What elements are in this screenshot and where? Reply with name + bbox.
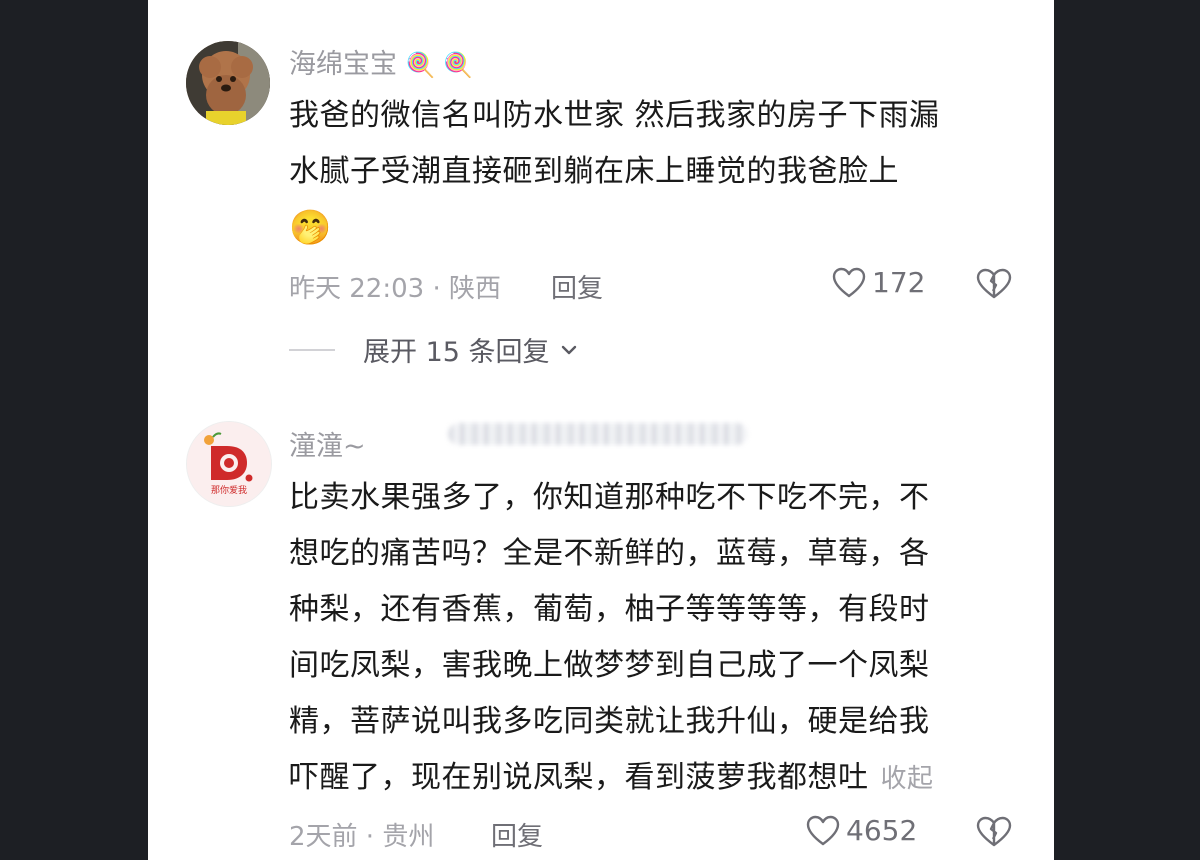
comment-line: 想吃的痛苦吗？全是不新鲜的，蓝莓，草莓，各 — [289, 536, 930, 571]
expand-replies-button[interactable]: 展开 15 条回复 — [289, 330, 578, 369]
comment-line: 水腻子受潮直接砸到躺在床上睡觉的我爸脸上 — [289, 154, 899, 189]
username-text: 海绵宝宝 — [289, 49, 397, 80]
username-text: 潼潼~ — [289, 431, 366, 462]
username[interactable]: 海绵宝宝 🍭 🍭 — [289, 42, 473, 81]
heart-icon — [806, 815, 840, 845]
like-count: 172 — [872, 266, 926, 299]
dislike-button[interactable] — [976, 816, 1012, 852]
broken-heart-icon — [976, 268, 1012, 299]
heart-icon — [832, 267, 866, 297]
comment-text: 我爸的微信名叫防水世家 然后我家的房子下雨漏 水腻子受潮直接砸到躺在床上睡觉的我… — [289, 88, 940, 256]
username[interactable]: 潼潼~ — [289, 424, 366, 463]
like-button[interactable]: 172 — [832, 266, 925, 299]
covering-mouth-emoji-icon: 🤭 — [289, 208, 332, 248]
poodle-dog-avatar-icon — [186, 41, 270, 125]
comment-line: 比卖水果强多了，你知道那种吃不下吃不完，不 — [289, 480, 930, 515]
reply-button[interactable]: 回复 — [551, 268, 603, 305]
comment-line: 种梨，还有香蕉，葡萄，柚子等等等等，有段时 — [289, 592, 930, 627]
like-button[interactable]: 4652 — [806, 814, 917, 847]
time-location: 2天前 · 贵州 — [289, 822, 435, 852]
comment-text: 比卖水果强多了，你知道那种吃不下吃不完，不 想吃的痛苦吗？全是不新鲜的，蓝莓，草… — [289, 470, 934, 807]
chevron-down-icon — [561, 345, 576, 354]
comment-line-last: 吓醒了，现在别说凤梨，看到菠萝我都想吐 收起 — [289, 750, 934, 807]
lollipop-icon: 🍭 🍭 — [405, 51, 473, 79]
comment-line: 间吃凤梨，害我晚上做梦梦到自己成了一个凤梨 — [289, 648, 930, 683]
expand-replies-label: 展开 15 条回复 — [363, 337, 550, 368]
avatar[interactable]: 那你爱我 — [186, 421, 272, 507]
divider-dash — [289, 348, 335, 351]
redacted-badge — [448, 423, 748, 447]
avatar[interactable] — [186, 41, 270, 125]
like-count: 4652 — [846, 814, 918, 847]
time-location: 昨天 22:03 · 陕西 — [289, 274, 501, 304]
comment-line: 精，菩萨说叫我多吃同类就让我升仙，硬是给我 — [289, 704, 930, 739]
broken-heart-icon — [976, 816, 1012, 847]
collapse-button[interactable]: 收起 — [881, 764, 934, 794]
dislike-button[interactable] — [976, 268, 1012, 304]
comment-list: 海绵宝宝 🍭 🍭 我爸的微信名叫防水世家 然后我家的房子下雨漏 水腻子受潮直接砸… — [148, 0, 1054, 860]
avatar-caption: 那你爱我 — [210, 486, 247, 496]
comment-line: 我爸的微信名叫防水世家 然后我家的房子下雨漏 — [289, 98, 940, 133]
comment-line: 吓醒了，现在别说凤梨，看到菠萝我都想吐 — [289, 760, 869, 795]
reply-button[interactable]: 回复 — [491, 816, 543, 853]
